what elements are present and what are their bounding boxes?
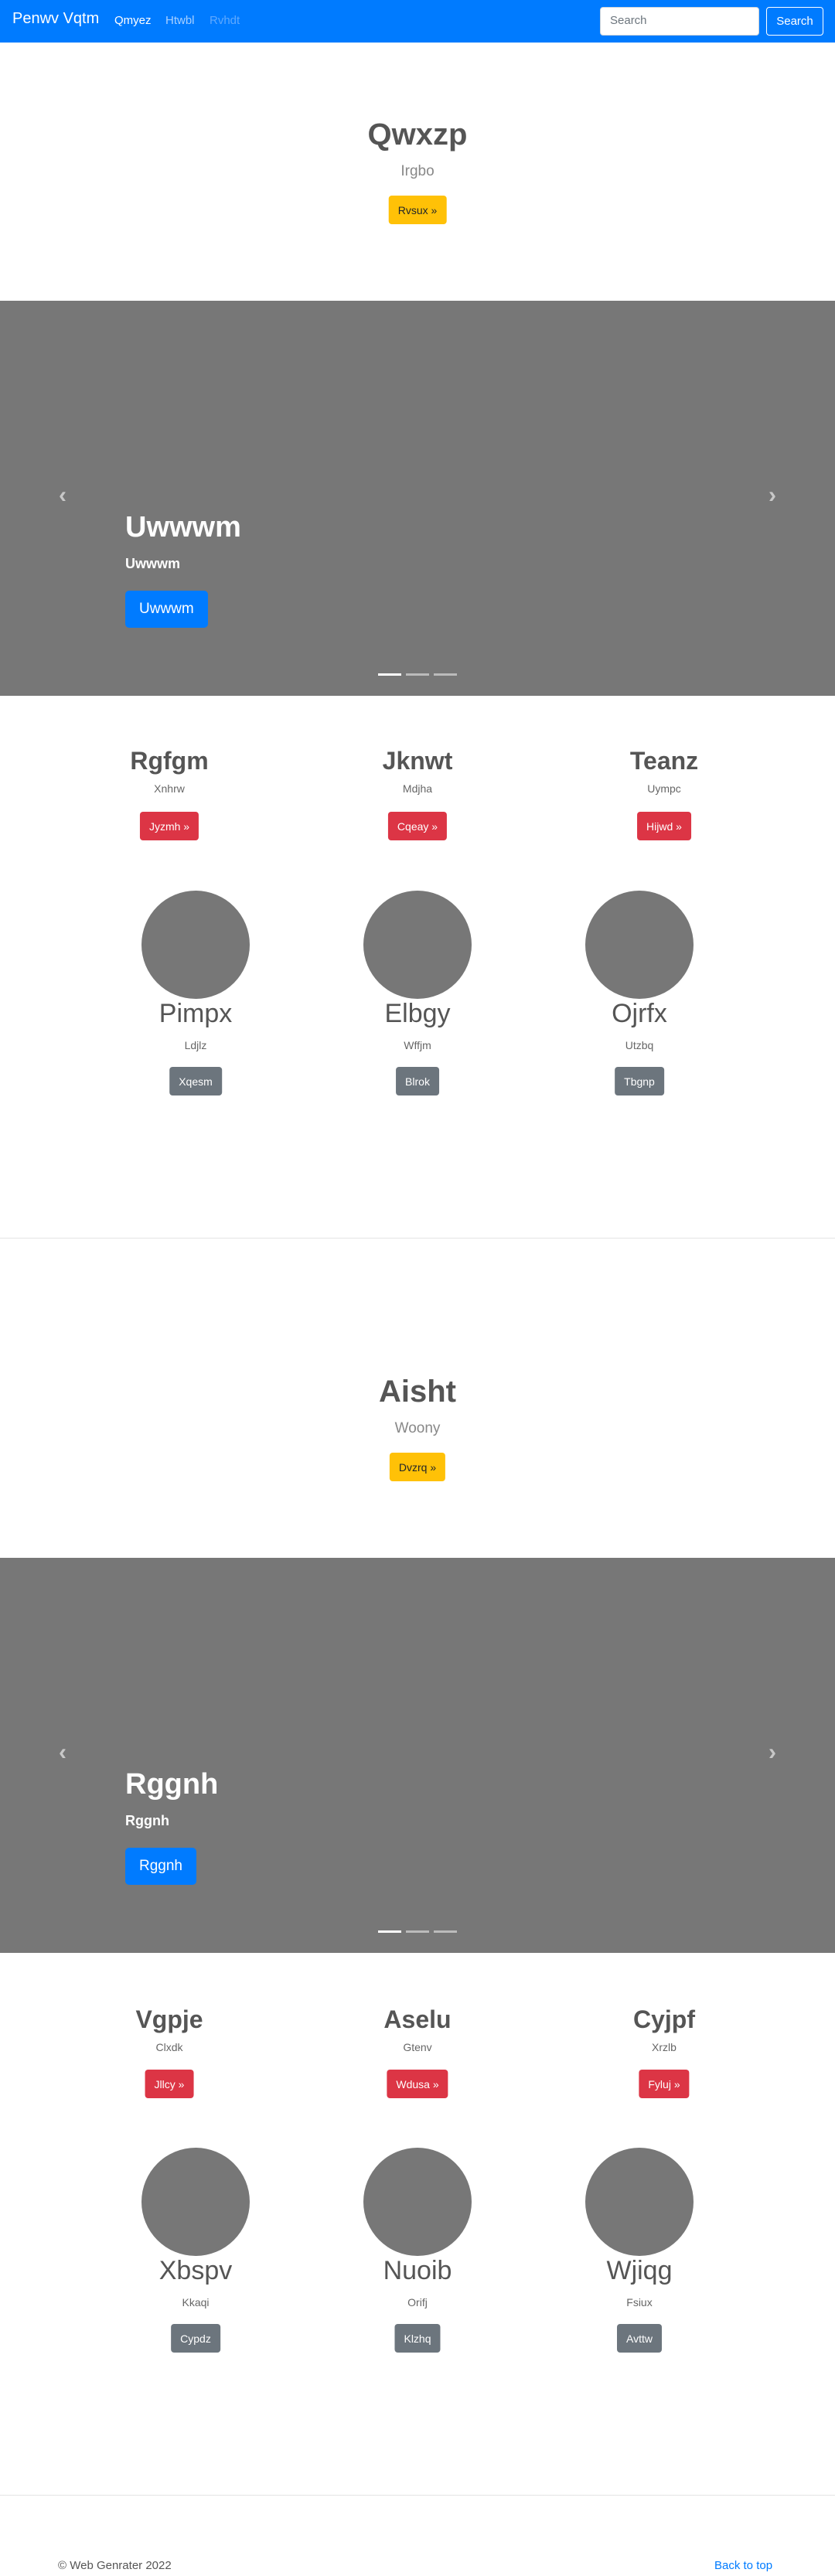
nav-link-2[interactable]: Htwbl bbox=[165, 14, 195, 27]
carousel-caption-subtitle: Uwwwm bbox=[125, 556, 181, 571]
navbar-brand[interactable]: Penwv Vqtm bbox=[12, 10, 99, 28]
carousel-caption-subtitle: Rggnh bbox=[125, 1813, 169, 1828]
person-name: Xbspv bbox=[158, 2256, 233, 2285]
avatar-placeholder bbox=[141, 2148, 250, 2256]
carousel-next-icon[interactable]: › bbox=[761, 484, 784, 507]
avatar-placeholder bbox=[585, 2148, 694, 2256]
hero-button[interactable]: Dvzrq » bbox=[389, 1453, 446, 1481]
person-button[interactable]: Tbgnp bbox=[615, 1067, 664, 1095]
nav-link-1[interactable]: Qmyez bbox=[114, 14, 152, 27]
card-text: Xnhrw bbox=[154, 782, 185, 795]
person-button[interactable]: Avttw bbox=[617, 2324, 662, 2353]
person-text: Orifj bbox=[407, 2296, 428, 2309]
card-title: Jknwt bbox=[382, 747, 453, 775]
section-divider bbox=[0, 1238, 835, 1239]
carousel-next-icon[interactable]: › bbox=[761, 1741, 784, 1764]
carousel-caption-button[interactable]: Rggnh bbox=[125, 1848, 196, 1885]
card-button[interactable]: Wdusa » bbox=[387, 2070, 448, 2098]
card-title: Rgfgm bbox=[130, 747, 209, 775]
person-button[interactable]: Cypdz bbox=[171, 2324, 220, 2353]
card-text: Xrzlb bbox=[652, 2041, 677, 2053]
card-text: Uympc bbox=[647, 782, 681, 795]
avatar-placeholder bbox=[585, 891, 694, 999]
card-button[interactable]: Hijwd » bbox=[637, 812, 691, 840]
back-to-top-link[interactable]: Back to top bbox=[714, 2559, 772, 2572]
carousel-indicator-2[interactable] bbox=[406, 1930, 429, 1933]
carousel-prev-icon[interactable]: ‹ bbox=[51, 484, 74, 507]
carousel-indicator-1[interactable] bbox=[378, 1930, 401, 1933]
person-name: Nuoib bbox=[383, 2256, 452, 2285]
person-text: Fsiux bbox=[626, 2296, 653, 2309]
carousel: ‹ › Uwwwm Uwwwm Uwwwm bbox=[0, 301, 835, 696]
carousel-indicator-2[interactable] bbox=[406, 673, 429, 676]
card-text: Gtenv bbox=[403, 2041, 432, 2053]
person-name: Elbgy bbox=[384, 999, 451, 1028]
carousel: ‹ › Rggnh Rggnh Rggnh bbox=[0, 1558, 835, 1953]
hero-title: Qwxzp bbox=[367, 118, 468, 152]
search-button[interactable]: Search bbox=[766, 7, 823, 36]
carousel-indicator-3[interactable] bbox=[434, 673, 457, 676]
person-text: Utzbq bbox=[625, 1039, 654, 1051]
carousel-prev-icon[interactable]: ‹ bbox=[51, 1741, 74, 1764]
card-button[interactable]: Cqeay » bbox=[387, 812, 448, 840]
card-text: Mdjha bbox=[402, 782, 433, 795]
hero-subtitle: Woony bbox=[394, 1420, 441, 1436]
carousel-caption-title: Uwwwm bbox=[125, 511, 241, 543]
card-text: Clxdk bbox=[155, 2041, 183, 2053]
card-title: Cyjpf bbox=[633, 2005, 695, 2033]
person-button[interactable]: Xqesm bbox=[169, 1067, 222, 1095]
footer-divider bbox=[0, 2495, 835, 2496]
avatar-placeholder bbox=[363, 891, 472, 999]
carousel-caption-button[interactable]: Uwwwm bbox=[125, 591, 208, 628]
person-name: Pimpx bbox=[158, 999, 233, 1028]
carousel-caption-title: Rggnh bbox=[125, 1768, 219, 1801]
avatar-placeholder bbox=[363, 2148, 472, 2256]
person-name: Ojrfx bbox=[612, 999, 667, 1028]
card-button[interactable]: Jllcy » bbox=[145, 2070, 194, 2098]
person-button[interactable]: Klzhq bbox=[394, 2324, 441, 2353]
card-button[interactable]: Jyzmh » bbox=[139, 812, 199, 840]
person-text: Wffjm bbox=[404, 1039, 431, 1051]
nav-link-3[interactable]: Rvhdt bbox=[210, 14, 240, 27]
hero-button[interactable]: Rvsux » bbox=[388, 196, 447, 224]
footer-copyright: © Web Genrater 2022 bbox=[58, 2559, 172, 2572]
card-button[interactable]: Fyluj » bbox=[639, 2070, 690, 2098]
carousel-indicator-1[interactable] bbox=[378, 673, 401, 676]
card-title: Aselu bbox=[383, 2005, 452, 2033]
navbar: Penwv Vqtm Qmyez Htwbl Rvhdt Search Sear… bbox=[0, 0, 835, 43]
person-name: Wjiqg bbox=[606, 2256, 673, 2285]
carousel-indicator-3[interactable] bbox=[434, 1930, 457, 1933]
person-text: Kkaqi bbox=[182, 2296, 210, 2309]
card-title: Vgpje bbox=[135, 2005, 203, 2033]
person-text: Ldjlz bbox=[184, 1039, 207, 1051]
avatar-placeholder bbox=[141, 891, 250, 999]
card-title: Teanz bbox=[629, 747, 699, 775]
hero-title: Aisht bbox=[379, 1375, 456, 1409]
person-button[interactable]: Blrok bbox=[396, 1067, 439, 1095]
hero-subtitle: Irgbo bbox=[400, 163, 435, 179]
search-input[interactable]: Search bbox=[600, 7, 759, 36]
